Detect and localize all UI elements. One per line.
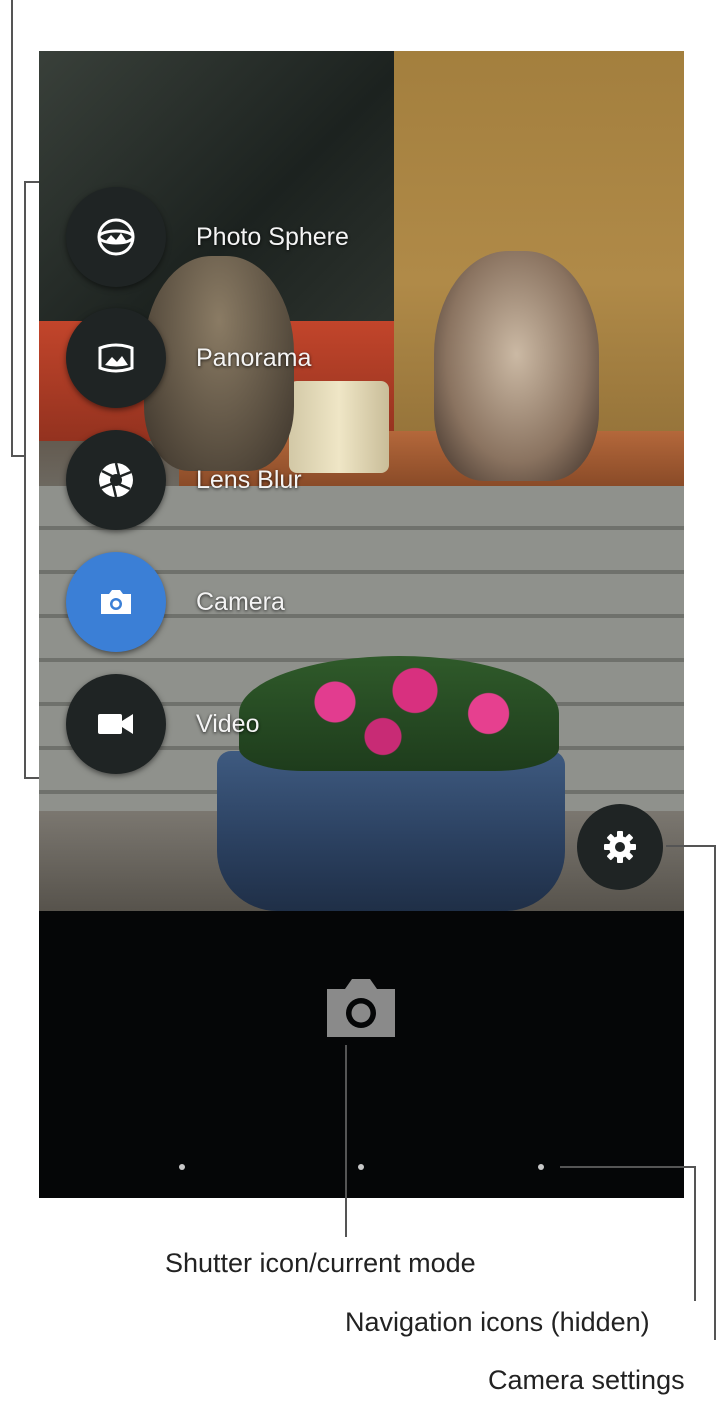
settings-button[interactable] — [577, 804, 663, 890]
mode-item-camera[interactable]: Camera — [66, 552, 285, 652]
caption-shutter: Shutter icon/current mode — [165, 1248, 476, 1278]
mode-bracket-line-vertical — [24, 181, 26, 778]
mode-item-video[interactable]: Video — [66, 674, 260, 774]
shutter-button[interactable] — [323, 975, 399, 1041]
mode-label-panorama: Panorama — [196, 343, 312, 372]
camera-shutter-icon — [327, 979, 395, 1037]
mode-label-photo-sphere: Photo Sphere — [196, 222, 349, 251]
nav-callout-line-vertical — [694, 1166, 696, 1301]
mode-bracket-line-vertical-outer — [11, 0, 13, 456]
phone-screen: Photo Sphere Panorama Lens Blur Camera V… — [39, 51, 684, 1198]
mode-item-lens-blur[interactable]: Lens Blur — [66, 430, 302, 530]
camera-icon[interactable] — [66, 552, 166, 652]
nav-dot-right[interactable] — [538, 1164, 544, 1170]
mode-bracket-line-connector — [11, 455, 25, 457]
mode-label-lens-blur: Lens Blur — [196, 465, 302, 494]
nav-callout-line-horizontal — [560, 1166, 695, 1168]
video-icon[interactable] — [66, 674, 166, 774]
flower-pot — [217, 751, 565, 911]
camera-viewfinder[interactable]: Photo Sphere Panorama Lens Blur Camera V… — [39, 51, 684, 911]
caption-settings: Camera settings — [488, 1365, 685, 1395]
shutter-callout-line — [345, 1045, 347, 1237]
caption-navigation: Navigation icons (hidden) — [345, 1307, 650, 1337]
settings-callout-line-horizontal — [666, 845, 715, 847]
mode-label-camera: Camera — [196, 587, 285, 616]
mode-item-photo-sphere[interactable]: Photo Sphere — [66, 187, 349, 287]
camera-controls-bar — [39, 911, 684, 1198]
nav-dot-center[interactable] — [358, 1164, 364, 1170]
mode-label-video: Video — [196, 709, 260, 738]
panorama-icon[interactable] — [66, 308, 166, 408]
lens-blur-icon[interactable] — [66, 430, 166, 530]
nav-dot-left[interactable] — [179, 1164, 185, 1170]
photo-sphere-icon[interactable] — [66, 187, 166, 287]
mode-item-panorama[interactable]: Panorama — [66, 308, 311, 408]
gear-icon — [604, 831, 636, 863]
flowers — [239, 656, 559, 771]
siamese-cat — [434, 251, 599, 481]
